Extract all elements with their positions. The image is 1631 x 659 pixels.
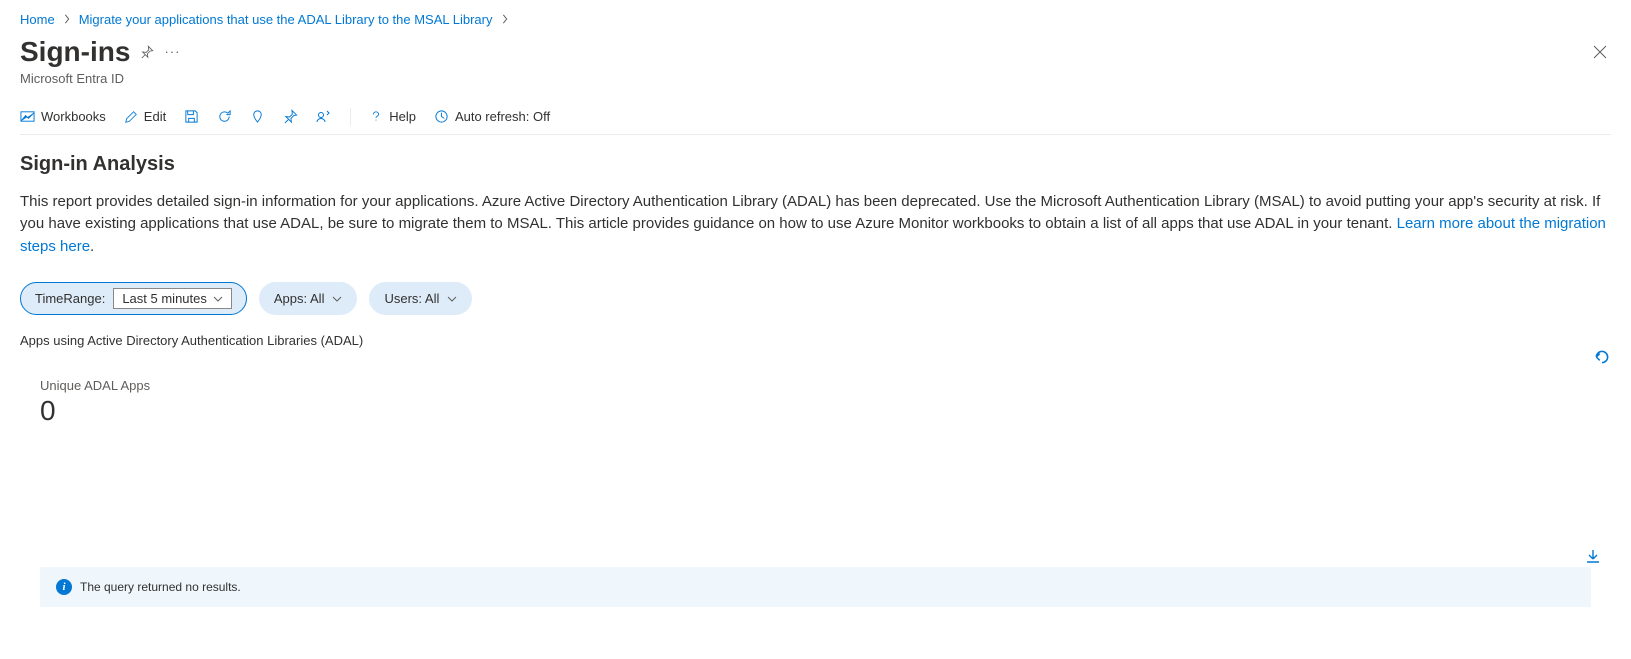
edit-button[interactable]: Edit (124, 109, 166, 124)
description-text: This report provides detailed sign-in in… (20, 193, 1600, 233)
auto-refresh-label: Auto refresh: Off (455, 109, 550, 124)
chevron-down-icon (447, 295, 457, 303)
page-subtitle: Microsoft Entra ID (20, 71, 180, 86)
apps-filter-label: Apps: All (274, 291, 325, 306)
chevron-right-icon (501, 12, 509, 27)
description: This report provides detailed sign-in in… (20, 191, 1611, 259)
workbooks-button[interactable]: Workbooks (20, 109, 106, 124)
help-button[interactable]: Help (369, 109, 416, 124)
section-title: Sign-in Analysis (20, 153, 1611, 176)
auto-refresh-button[interactable]: Auto refresh: Off (434, 109, 550, 124)
time-range-select[interactable]: Last 5 minutes (113, 288, 232, 309)
chevron-down-icon (332, 295, 342, 303)
toolbar-divider (350, 108, 351, 126)
filter-bar: TimeRange: Last 5 minutes Apps: All User… (20, 282, 1611, 315)
edit-label: Edit (144, 109, 166, 124)
metric-label: Unique ADAL Apps (40, 378, 1611, 393)
download-icon[interactable] (1585, 548, 1601, 567)
users-filter-label: Users: All (384, 291, 439, 306)
info-bar: i The query returned no results. (40, 567, 1591, 607)
undo-icon[interactable] (1593, 348, 1611, 369)
refresh-icon[interactable] (217, 109, 232, 124)
time-range-filter[interactable]: TimeRange: Last 5 minutes (20, 282, 247, 315)
pin-toolbar-icon[interactable] (283, 109, 298, 124)
info-icon: i (56, 579, 72, 595)
share-icon[interactable] (250, 109, 265, 124)
metric-card: Unique ADAL Apps 0 (20, 378, 1611, 427)
time-range-label: TimeRange: (35, 291, 105, 306)
time-range-value: Last 5 minutes (122, 291, 207, 306)
info-message: The query returned no results. (80, 580, 241, 594)
chevron-right-icon (63, 12, 71, 27)
workbooks-label: Workbooks (41, 109, 106, 124)
close-icon[interactable] (1589, 41, 1611, 63)
apps-filter[interactable]: Apps: All (259, 282, 358, 315)
description-period: . (90, 238, 94, 255)
toolbar: Workbooks Edit Help Auto refresh: Off (20, 98, 1611, 135)
users-filter[interactable]: Users: All (369, 282, 472, 315)
page-title: Sign-ins (20, 35, 130, 69)
breadcrumb-home[interactable]: Home (20, 12, 55, 27)
chevron-down-icon (213, 295, 223, 303)
more-icon[interactable]: ··· (164, 44, 180, 59)
save-icon[interactable] (184, 109, 199, 124)
breadcrumb-migrate[interactable]: Migrate your applications that use the A… (79, 12, 493, 27)
feedback-icon[interactable] (316, 109, 332, 125)
metric-value: 0 (40, 395, 1611, 427)
help-label: Help (389, 109, 416, 124)
breadcrumb: Home Migrate your applications that use … (20, 8, 1611, 35)
pin-icon[interactable] (140, 45, 154, 59)
subsection-label: Apps using Active Directory Authenticati… (20, 333, 1611, 348)
